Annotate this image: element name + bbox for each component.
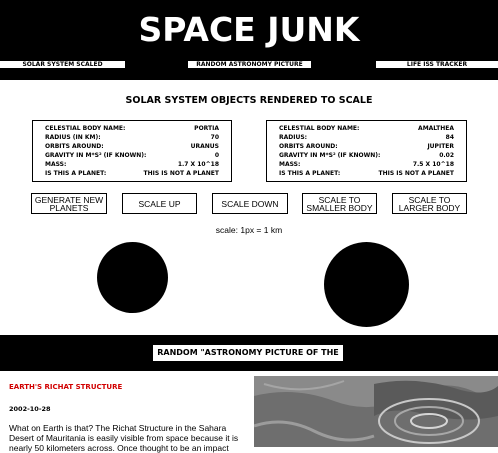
scale-down-button[interactable]: SCALE DOWN [212, 193, 288, 214]
generate-new-planets-button[interactable]: GENERATE NEW PLANETS [31, 193, 107, 214]
info-row: IS THIS A PLANET: THIS IS NOT A PLANET [45, 169, 219, 178]
info-label: CELESTIAL BODY NAME: [45, 125, 126, 132]
solar-section-heading: SOLAR SYSTEM OBJECTS RENDERED TO SCALE [125, 95, 373, 106]
info-label: RADIUS (IN KM): [45, 134, 101, 141]
scale-label: scale: 1px = 1 km [215, 225, 283, 235]
info-value: THIS IS NOT A PLANET [143, 170, 219, 177]
apod-image [254, 376, 498, 447]
info-value: AMALTHEA [418, 125, 454, 132]
info-label: GRAVITY IN M*S² (IF KNOWN): [279, 152, 381, 159]
info-value: THIS IS NOT A PLANET [378, 170, 454, 177]
info-label: IS THIS A PLANET: [279, 170, 341, 177]
body-info-card-left: CELESTIAL BODY NAME: PORTIA RADIUS (IN KM… [32, 120, 232, 182]
nav-solar-system-scaled[interactable]: SOLAR SYSTEM SCALED [0, 61, 125, 68]
info-label: RADIUS: [279, 134, 308, 141]
nav-random-astronomy-picture[interactable]: RANDOM ASTRONOMY PICTURE [188, 61, 311, 68]
info-row: MASS: 7.5 X 10^18 [279, 160, 454, 169]
planet-right [324, 242, 409, 327]
scale-to-smaller-body-button[interactable]: SCALE TO SMALLER BODY [302, 193, 377, 214]
site-title: SPACE JUNK [138, 10, 360, 49]
info-row: ORBITS AROUND: URANUS [45, 142, 219, 151]
nav-life-iss-tracker[interactable]: LIFE ISS TRACKER [376, 61, 498, 68]
info-value: 7.5 X 10^18 [412, 161, 454, 168]
info-row: ORBITS AROUND: JUPITER [279, 142, 454, 151]
info-row: MASS: 1.7 X 10^18 [45, 160, 219, 169]
apod-description: What on Earth is that? The Richat Struct… [9, 423, 239, 453]
info-value: 0.02 [439, 152, 454, 159]
info-row: CELESTIAL BODY NAME: AMALTHEA [279, 124, 454, 133]
info-label: MASS: [45, 161, 67, 168]
info-value: 0 [214, 152, 219, 159]
planet-left [97, 242, 168, 313]
info-value: 84 [445, 134, 454, 141]
info-value: 70 [210, 134, 219, 141]
info-value: URANUS [190, 143, 219, 150]
info-row: IS THIS A PLANET: THIS IS NOT A PLANET [279, 169, 454, 178]
info-row: RADIUS (IN KM): 70 [45, 133, 219, 142]
info-value: 1.7 X 10^18 [177, 161, 219, 168]
scale-to-larger-body-button[interactable]: SCALE TO LARGER BODY [392, 193, 467, 214]
apod-banner-label: RANDOM "ASTRONOMY PICTURE OF THE DAY" [152, 344, 344, 373]
info-label: GRAVITY IN M*S² (IF KNOWN): [45, 152, 147, 159]
info-label: ORBITS AROUND: [45, 143, 104, 150]
info-label: CELESTIAL BODY NAME: [279, 125, 360, 132]
info-row: GRAVITY IN M*S² (IF KNOWN): 0 [45, 151, 219, 160]
apod-title: EARTH'S RICHAT STRUCTURE [9, 383, 123, 391]
info-value: JUPITER [427, 143, 454, 150]
info-row: GRAVITY IN M*S² (IF KNOWN): 0.02 [279, 151, 454, 160]
scale-up-button[interactable]: SCALE UP [122, 193, 197, 214]
info-row: CELESTIAL BODY NAME: PORTIA [45, 124, 219, 133]
info-label: MASS: [279, 161, 301, 168]
info-label: ORBITS AROUND: [279, 143, 338, 150]
info-value: PORTIA [194, 125, 219, 132]
info-label: IS THIS A PLANET: [45, 170, 107, 177]
body-info-card-right: CELESTIAL BODY NAME: AMALTHEA RADIUS: 84 O… [266, 120, 467, 182]
apod-date: 2002-10-28 [9, 405, 51, 413]
info-row: RADIUS: 84 [279, 133, 454, 142]
